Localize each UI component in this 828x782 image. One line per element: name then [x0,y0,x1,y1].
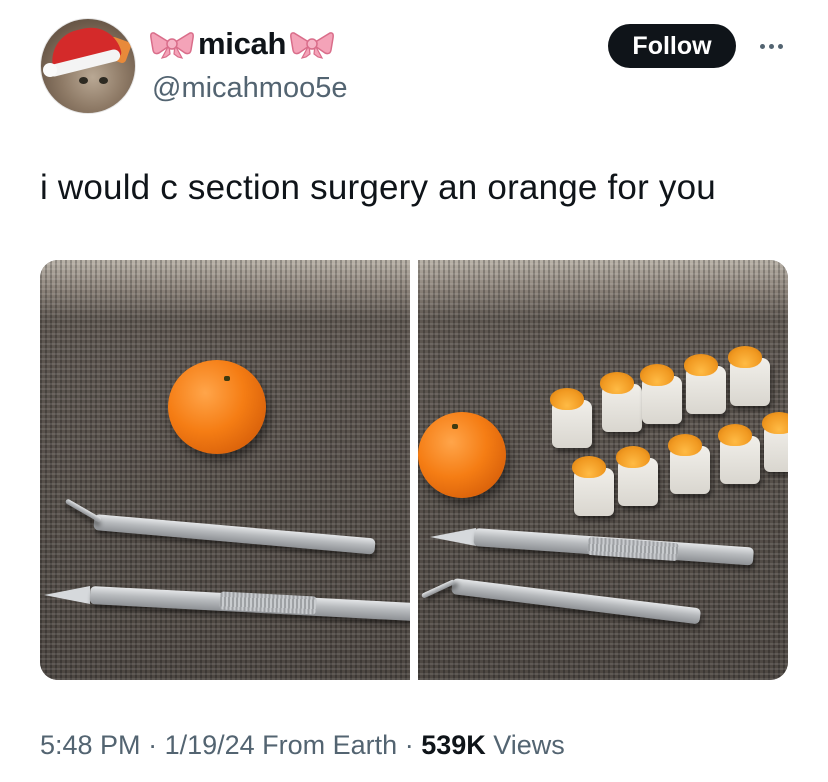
orange-segment [616,446,658,506]
tweet-text: i would c section surgery an orange for … [40,168,716,207]
more-horizontal-icon[interactable] [754,32,788,60]
orange-whole [168,360,266,454]
orange-segment [600,372,642,432]
tweet-meta: 5:48 PM · 1/19/24 From Earth · 539K View… [40,730,565,761]
tweezers [451,578,702,625]
orange-segment [684,354,726,414]
scalpel-blade [44,586,90,604]
orange-segment [572,456,614,516]
orange-segment [640,364,682,424]
tweezers-tip [64,498,102,523]
orange-segment [728,346,770,406]
santa-hat-pom [43,63,57,77]
tweezers [93,514,376,555]
cat-eye-right [99,77,108,84]
follow-button[interactable]: Follow [608,24,736,68]
orange-segment [668,434,710,494]
cat-eye-left [79,77,88,84]
views-label: Views [485,730,565,760]
orange-segment [550,388,592,448]
orange-segment [718,424,760,484]
user-handle[interactable]: @micahmoo5e [152,72,347,105]
media-photo-1[interactable] [40,260,410,680]
scalpel-blade [430,528,476,546]
tweet-header: micah @micahmoo5e Follow [40,18,800,118]
tweet-time[interactable]: 5:48 PM [40,730,141,760]
orange-stem [224,376,230,381]
tweezers-tip [420,579,456,599]
tweet-date[interactable]: 1/19/24 [165,730,255,760]
media-photo-2[interactable] [418,260,788,680]
tweet-source: From Earth [254,730,398,760]
pink-bow-icon [290,29,335,59]
display-name[interactable]: micah [198,26,286,62]
pink-bow-icon [150,29,194,59]
orange-segment [762,412,788,472]
avatar[interactable] [40,18,136,114]
views-count[interactable]: 539K [421,730,486,760]
meta-separator: · [140,730,165,760]
orange-stem [452,424,458,429]
display-name-row[interactable]: micah [150,26,335,62]
media-grid [40,260,788,680]
orange-cut [418,412,506,498]
meta-separator: · [397,730,422,760]
